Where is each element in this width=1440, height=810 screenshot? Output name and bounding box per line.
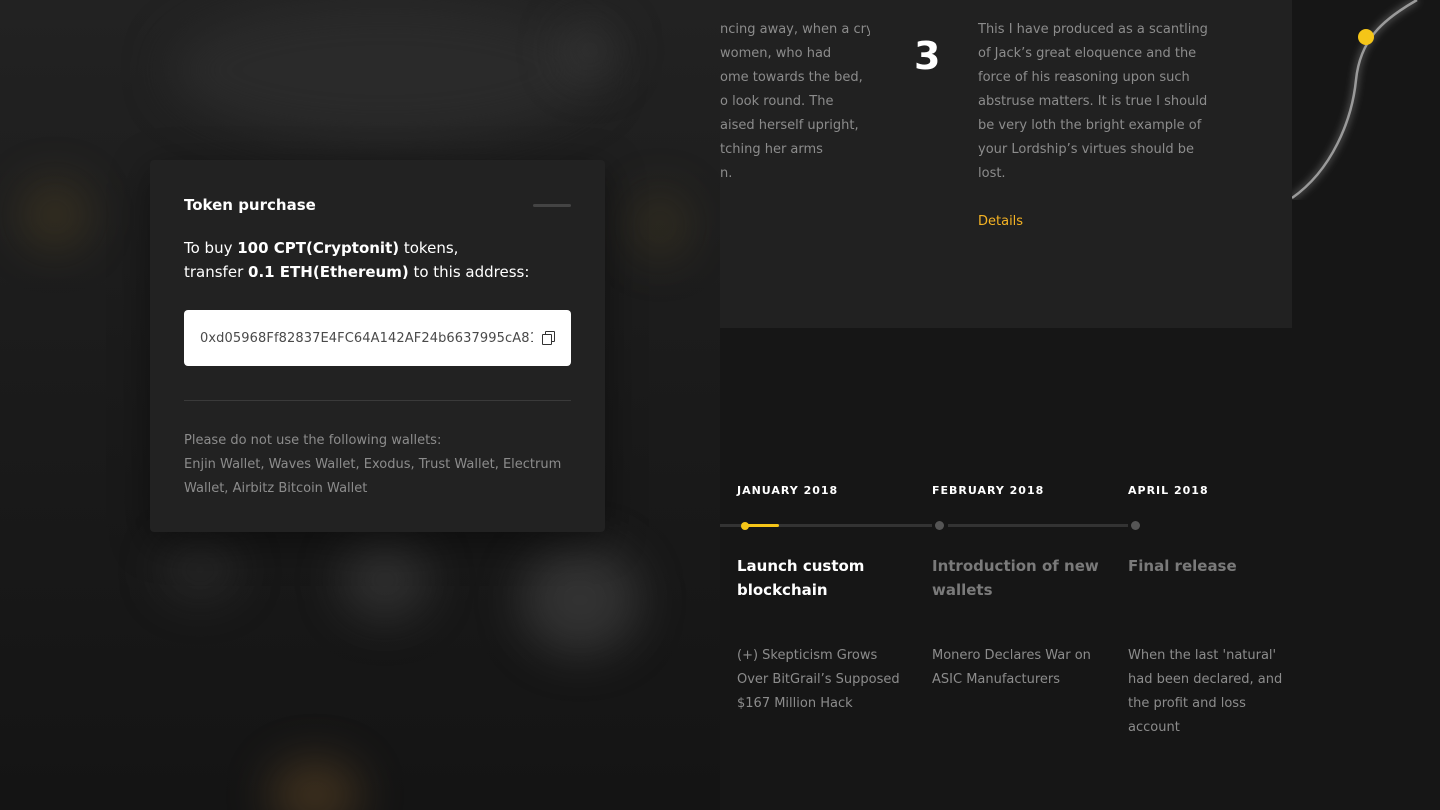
instructions-text: to this address: xyxy=(408,263,530,281)
instructions-text: tokens, xyxy=(399,239,459,257)
bokeh-blob xyxy=(270,760,360,810)
eth-amount: 0.1 ETH(Ethereum) xyxy=(248,263,409,281)
wallet-address-field[interactable]: 0xd05968Ff82837E4FC64A142AF24b6637995cA8… xyxy=(184,310,571,366)
clipped-line: ome towards the bed, xyxy=(720,70,863,85)
clipped-line: aised herself upright, xyxy=(720,118,859,133)
bokeh-blob xyxy=(520,545,640,655)
copy-icon[interactable] xyxy=(541,330,557,346)
timeline-date: APRIL 2018 xyxy=(1128,484,1209,497)
bokeh-blob xyxy=(630,190,690,260)
token-purchase-modal: Token purchase To buy 100 CPT(Cryptonit)… xyxy=(150,160,605,532)
wallet-address[interactable]: 0xd05968Ff82837E4FC64A142AF24b6637995cA8… xyxy=(200,331,533,346)
clipped-paragraph: ncing away, when a cry women, who had om… xyxy=(720,18,870,186)
timeline-date: FEBRUARY 2018 xyxy=(932,484,1045,497)
bokeh-blob xyxy=(560,20,620,80)
timeline-title[interactable]: Final release xyxy=(1128,554,1298,578)
steps-panel: ncing away, when a cry women, who had om… xyxy=(720,0,1292,328)
timeline-description: When the last 'natural' had been declare… xyxy=(1128,648,1283,735)
timeline-title[interactable]: Introduction of new wallets xyxy=(932,554,1102,602)
wallet-warning: Please do not use the following wallets:… xyxy=(184,429,571,501)
warning-wallet-list: Enjin Wallet, Waves Wallet, Exodus, Trus… xyxy=(184,457,562,496)
bokeh-blob xyxy=(340,540,430,620)
purchase-instructions: To buy 100 CPT(Cryptonit) tokens, transf… xyxy=(184,236,571,284)
curve-line xyxy=(1292,0,1418,200)
step-number: 3 xyxy=(914,34,941,78)
token-amount: 100 CPT(Cryptonit) xyxy=(237,239,400,257)
bokeh-blob xyxy=(170,0,600,140)
warning-title: Please do not use the following wallets: xyxy=(184,433,442,448)
details-link[interactable]: Details xyxy=(978,214,1023,229)
accent-dot-icon xyxy=(1358,29,1374,45)
timeline-description: Monero Declares War on ASIC Manufacturer… xyxy=(932,648,1091,687)
divider xyxy=(184,400,571,401)
timeline-dot[interactable] xyxy=(1131,521,1140,530)
clipped-line: n. xyxy=(720,166,733,181)
clipped-line: o look round. The xyxy=(720,94,834,109)
timeline-title[interactable]: Launch custom blockchain xyxy=(737,554,907,602)
bokeh-blob xyxy=(160,540,240,600)
clipped-line: tching her arms xyxy=(720,142,823,157)
timeline-track xyxy=(948,524,1128,527)
modal-title: Token purchase xyxy=(184,196,316,214)
step-description: This I have produced as a scantling of J… xyxy=(978,22,1208,181)
timeline-dot-active[interactable] xyxy=(741,522,749,530)
close-handle[interactable] xyxy=(533,203,571,207)
timeline-date: JANUARY 2018 xyxy=(737,484,839,497)
bokeh-blob xyxy=(20,180,90,250)
timeline-dot[interactable] xyxy=(935,521,944,530)
instructions-text: transfer xyxy=(184,263,249,281)
clipped-line: women, who had xyxy=(720,46,832,61)
clipped-line: ncing away, when a cry xyxy=(720,22,870,37)
decorative-curve xyxy=(1292,0,1418,200)
timeline-progress xyxy=(745,524,779,527)
instructions-text: To buy xyxy=(184,239,238,257)
timeline-description: (+) Skepticism Grows Over BitGrail’s Sup… xyxy=(737,648,900,711)
